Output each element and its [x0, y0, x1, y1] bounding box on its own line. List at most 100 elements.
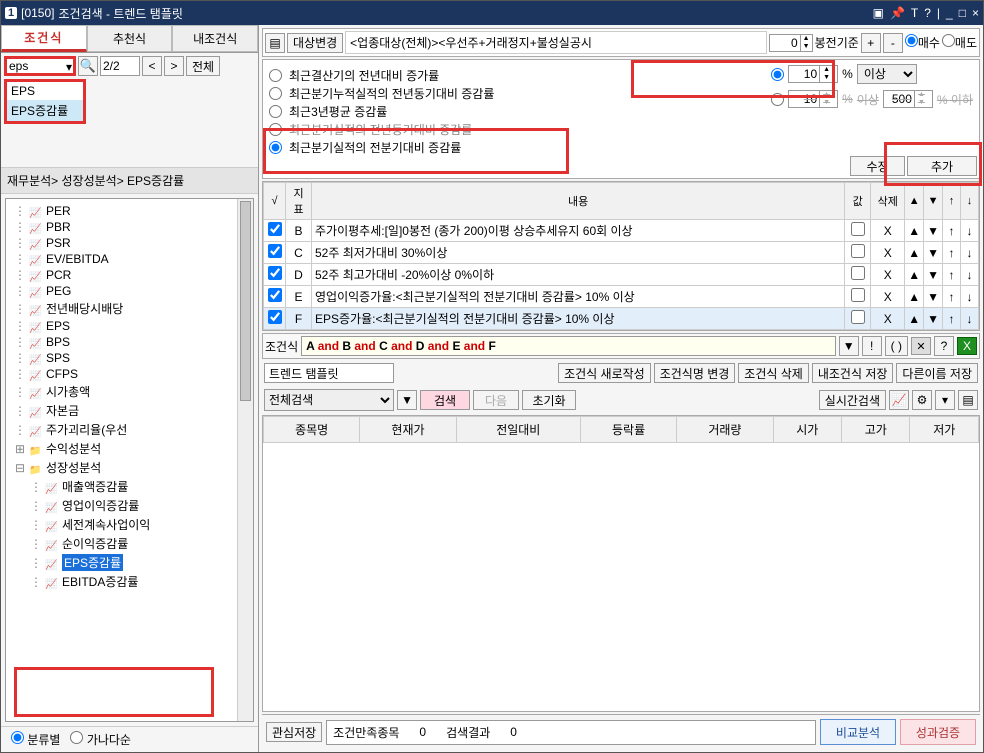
- opt-dropdown[interactable]: ▾: [935, 390, 955, 410]
- tree-leaf-sales-growth[interactable]: ⋮매출액증감률: [30, 477, 249, 496]
- tree-leaf-opprofit-growth[interactable]: ⋮영업이익증감률: [30, 496, 249, 515]
- sort-category[interactable]: 분류별: [11, 731, 60, 748]
- sell-radio[interactable]: 매도: [942, 34, 977, 51]
- opt-row-4[interactable]: 최근분기실적의 전분기대비 증감률: [269, 139, 973, 156]
- cond-row-f[interactable]: FEPS증가율:<최근분기실적의 전분기대비 증감률> 10% 이상X▲▼↑↓: [264, 308, 979, 330]
- dropdown-item-eps[interactable]: EPS: [7, 82, 83, 100]
- settings-icon[interactable]: ⚙: [912, 390, 932, 410]
- ctl2-value[interactable]: ▲▼: [788, 90, 838, 108]
- cond-row-b[interactable]: B주가이평추세:[일]0봉전 (종가 200)이평 상승추세유지 60회 이상X…: [264, 220, 979, 242]
- search-combo[interactable]: [7, 59, 62, 73]
- plus-button[interactable]: +: [861, 33, 881, 53]
- modify-button[interactable]: 수정: [850, 156, 905, 176]
- collapse-icon[interactable]: ▤: [265, 33, 285, 53]
- rh-volume[interactable]: 거래량: [677, 417, 773, 443]
- tree-folder-growth[interactable]: ⊟성장성분석: [14, 458, 249, 477]
- tree-leaf-peg[interactable]: ⋮PEG: [14, 283, 249, 299]
- search-next-button[interactable]: 다음: [473, 390, 519, 410]
- next-button[interactable]: >: [164, 56, 184, 76]
- titlebar-icon-t[interactable]: T: [911, 6, 918, 20]
- formula-clear[interactable]: ✕: [911, 337, 931, 355]
- tree-leaf-psr[interactable]: ⋮PSR: [14, 235, 249, 251]
- cond-row-c[interactable]: C52주 최저가대비 30%이상X▲▼↑↓: [264, 242, 979, 264]
- ctl1-compare[interactable]: 이상: [858, 65, 916, 83]
- tree-leaf-disparity[interactable]: ⋮주가괴리율(우선: [14, 420, 249, 439]
- opt-row-3[interactable]: 최근분기실적의 전년동기대비 증감률: [269, 121, 973, 138]
- tree-leaf-cfps[interactable]: ⋮CFPS: [14, 366, 249, 382]
- ctl2-value2[interactable]: ▲▼: [883, 90, 933, 108]
- buy-radio[interactable]: 매수: [905, 34, 940, 51]
- add-button[interactable]: 추가: [907, 156, 977, 176]
- minus-button[interactable]: -: [883, 33, 903, 53]
- tree-scrollbar[interactable]: [237, 199, 253, 721]
- help-icon[interactable]: ?: [924, 6, 931, 20]
- tab-recommend[interactable]: 추천식: [87, 25, 173, 52]
- tree-leaf-netincome-growth[interactable]: ⋮순이익증감률: [30, 534, 249, 553]
- tree-leaf-pcr[interactable]: ⋮PCR: [14, 267, 249, 283]
- formula-input[interactable]: A and B and C and D and E and F: [301, 336, 836, 356]
- ctl2-radio[interactable]: [771, 93, 784, 106]
- formula-not[interactable]: !: [862, 336, 882, 356]
- prev-button[interactable]: <: [142, 56, 162, 76]
- template-name[interactable]: [264, 363, 394, 383]
- tree-leaf-mktcap[interactable]: ⋮시가총액: [14, 382, 249, 401]
- tab-my[interactable]: 내조건식: [172, 25, 258, 52]
- tree-leaf-eps-growth[interactable]: ⋮EPS증감률: [30, 553, 249, 572]
- bar-offset[interactable]: ▲▼: [769, 34, 813, 52]
- tree-leaf-evebitda[interactable]: ⋮EV/EBITDA: [14, 251, 249, 267]
- titlebar-icon-1[interactable]: ▣: [873, 6, 884, 20]
- rh-diff[interactable]: 전일대비: [456, 417, 580, 443]
- extra-icon[interactable]: ▤: [958, 390, 978, 410]
- scope-select[interactable]: 전체검색: [264, 389, 394, 411]
- watchlist-save-button[interactable]: 관심저장: [266, 722, 322, 742]
- cond-row-e[interactable]: E영업이익증가율:<최근분기실적의 전분기대비 증감률> 10% 이상X▲▼↑↓: [264, 286, 979, 308]
- save-mycond-button[interactable]: 내조건식 저장: [812, 363, 894, 383]
- formula-help[interactable]: ?: [934, 336, 954, 356]
- tree-leaf-sps[interactable]: ⋮SPS: [14, 350, 249, 366]
- maximize-icon[interactable]: □: [959, 6, 966, 20]
- tree-folder-profitability[interactable]: ⊞수익성분석: [14, 439, 249, 458]
- tree-leaf-bps[interactable]: ⋮BPS: [14, 334, 249, 350]
- sort-alpha[interactable]: 가나다순: [70, 731, 131, 748]
- dropdown-item-eps-growth[interactable]: EPS증감률: [7, 100, 83, 121]
- tree-leaf-pbr[interactable]: ⋮PBR: [14, 219, 249, 235]
- formula-excel[interactable]: X: [957, 337, 977, 355]
- rh-price[interactable]: 현재가: [360, 417, 456, 443]
- chart-icon[interactable]: 📈: [889, 390, 909, 410]
- tab-condition[interactable]: 조건식: [1, 25, 87, 52]
- saveas-button[interactable]: 다른이름 저장: [896, 363, 978, 383]
- rh-name[interactable]: 종목명: [264, 417, 360, 443]
- chevron-down-icon[interactable]: ▾: [66, 60, 72, 74]
- cond-row-d[interactable]: D52주 최고가대비 -20%이상 0%이하X▲▼↑↓: [264, 264, 979, 286]
- scope-dropdown[interactable]: ▼: [397, 390, 417, 410]
- search-go-button[interactable]: 검색: [420, 390, 470, 410]
- tree-leaf-ebitda-growth[interactable]: ⋮EBITDA증감률: [30, 572, 249, 591]
- tree-leaf-div[interactable]: ⋮전년배당시배당: [14, 299, 249, 318]
- close-icon[interactable]: ×: [972, 6, 979, 20]
- ctl1-value[interactable]: ▲▼: [788, 65, 838, 83]
- pin-icon[interactable]: 📌: [890, 6, 905, 20]
- rh-pct[interactable]: 등락률: [580, 417, 676, 443]
- compare-button[interactable]: 비교분석: [820, 719, 896, 745]
- tree-leaf-pretax-growth[interactable]: ⋮세전계속사업이익: [30, 515, 249, 534]
- target-change-button[interactable]: 대상변경: [287, 33, 343, 53]
- rename-cond-button[interactable]: 조건식명 변경: [654, 363, 736, 383]
- ctl1-radio[interactable]: [771, 68, 784, 81]
- highlight-eps-growth: [14, 667, 214, 717]
- formula-paren[interactable]: ( ): [885, 336, 908, 356]
- minimize-icon[interactable]: _: [946, 6, 953, 20]
- search-reset-button[interactable]: 초기화: [522, 390, 576, 410]
- new-cond-button[interactable]: 조건식 새로작성: [558, 363, 651, 383]
- formula-dropdown[interactable]: ▼: [839, 336, 859, 356]
- rh-high[interactable]: 고가: [842, 417, 910, 443]
- tree-leaf-per[interactable]: ⋮PER: [14, 203, 249, 219]
- realtime-button[interactable]: 실시간검색: [819, 390, 886, 410]
- search-button[interactable]: 🔍: [78, 56, 98, 76]
- all-button[interactable]: 전체: [186, 56, 220, 76]
- rh-open[interactable]: 시가: [773, 417, 841, 443]
- delete-cond-button[interactable]: 조건식 삭제: [738, 363, 809, 383]
- verify-button[interactable]: 성과검증: [900, 719, 976, 745]
- tree-leaf-capital[interactable]: ⋮자본금: [14, 401, 249, 420]
- tree-leaf-eps[interactable]: ⋮EPS: [14, 318, 249, 334]
- rh-low[interactable]: 저가: [910, 417, 979, 443]
